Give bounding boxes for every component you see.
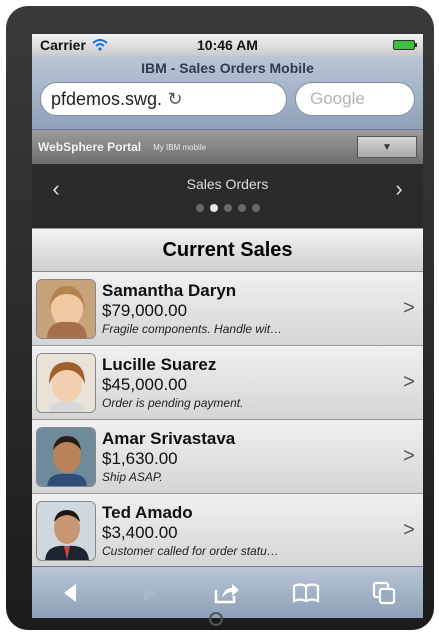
section-title: Current Sales bbox=[32, 228, 423, 272]
list-item[interactable]: Ted Amado $3,400.00 Customer called for … bbox=[32, 494, 423, 568]
browser-toolbar bbox=[32, 566, 423, 618]
page-dot[interactable] bbox=[237, 204, 246, 212]
carousel-label: Sales Orders bbox=[186, 176, 269, 192]
chevron-down-icon: ▼ bbox=[382, 141, 392, 153]
avatar bbox=[36, 500, 96, 561]
next-arrow-icon[interactable]: › bbox=[385, 176, 413, 202]
page-title: IBM - Sales Orders Mobile bbox=[141, 60, 314, 76]
order-note: Customer called for order statu… bbox=[102, 543, 279, 558]
order-amount: $1,630.00 bbox=[102, 448, 178, 468]
customer-name: Lucille Suarez bbox=[102, 354, 217, 374]
customer-name: Amar Srivastava bbox=[102, 428, 236, 448]
avatar bbox=[36, 278, 96, 339]
page-indicator bbox=[32, 204, 423, 212]
wifi-icon bbox=[92, 39, 108, 51]
order-note: Fragile components. Handle wit… bbox=[102, 321, 283, 336]
carrier-label: Carrier bbox=[40, 37, 86, 53]
chevron-right-icon: > bbox=[403, 519, 415, 541]
phone-frame: Carrier 10:46 AM IBM - Sales Orders Mobi… bbox=[6, 6, 434, 630]
reload-icon[interactable]: ↻ bbox=[168, 89, 279, 110]
chevron-right-icon: > bbox=[403, 297, 415, 319]
address-bar[interactable]: pfdemos.swg.usma.ib… ↻ bbox=[40, 82, 287, 116]
order-amount: $79,000.00 bbox=[102, 300, 188, 320]
customer-name: Ted Amado bbox=[102, 502, 193, 522]
browser-header: IBM - Sales Orders Mobile pfdemos.swg.us… bbox=[32, 56, 423, 130]
bookmarks-icon[interactable] bbox=[284, 575, 328, 611]
portal-brand: WebSphere Portal bbox=[38, 140, 142, 154]
page-dot-active[interactable] bbox=[209, 204, 218, 212]
avatar bbox=[36, 426, 96, 487]
battery-icon bbox=[393, 40, 417, 50]
customer-name: Samantha Daryn bbox=[102, 280, 237, 300]
avatar bbox=[36, 352, 96, 413]
home-button[interactable] bbox=[209, 612, 223, 626]
order-note: Order is pending payment. bbox=[102, 395, 244, 410]
list-item[interactable]: Samantha Daryn $79,000.00 Fragile compon… bbox=[32, 272, 423, 346]
search-placeholder: Google bbox=[310, 89, 365, 108]
back-icon[interactable] bbox=[49, 575, 93, 611]
page-dot[interactable] bbox=[251, 204, 260, 212]
url-text: pfdemos.swg.usma.ib… bbox=[51, 88, 162, 109]
screen: Carrier 10:46 AM IBM - Sales Orders Mobi… bbox=[32, 34, 423, 618]
status-bar: Carrier 10:46 AM bbox=[32, 34, 423, 56]
share-icon[interactable] bbox=[205, 575, 249, 611]
tabs-icon[interactable] bbox=[362, 575, 406, 611]
carousel-nav: ‹ Sales Orders › bbox=[32, 164, 423, 228]
list-item[interactable]: Lucille Suarez $45,000.00 Order is pendi… bbox=[32, 346, 423, 420]
order-amount: $45,000.00 bbox=[102, 374, 188, 394]
portal-dropdown[interactable]: ▼ bbox=[357, 136, 417, 158]
order-note: Ship ASAP. bbox=[102, 469, 163, 484]
forward-icon[interactable] bbox=[127, 575, 171, 611]
list-item[interactable]: Amar Srivastava $1,630.00 Ship ASAP. > bbox=[32, 420, 423, 494]
carrier: Carrier bbox=[40, 37, 108, 53]
chevron-right-icon: > bbox=[403, 445, 415, 467]
order-amount: $3,400.00 bbox=[102, 522, 178, 542]
chevron-right-icon: > bbox=[403, 371, 415, 393]
portal-bar: WebSphere Portal My IBM mobile ▼ bbox=[32, 130, 423, 164]
page-dot[interactable] bbox=[223, 204, 232, 212]
portal-subtitle: My IBM mobile bbox=[153, 142, 207, 152]
orders-list: Samantha Daryn $79,000.00 Fragile compon… bbox=[32, 272, 423, 568]
page-dot[interactable] bbox=[195, 204, 204, 212]
search-input[interactable]: Google bbox=[295, 82, 415, 116]
